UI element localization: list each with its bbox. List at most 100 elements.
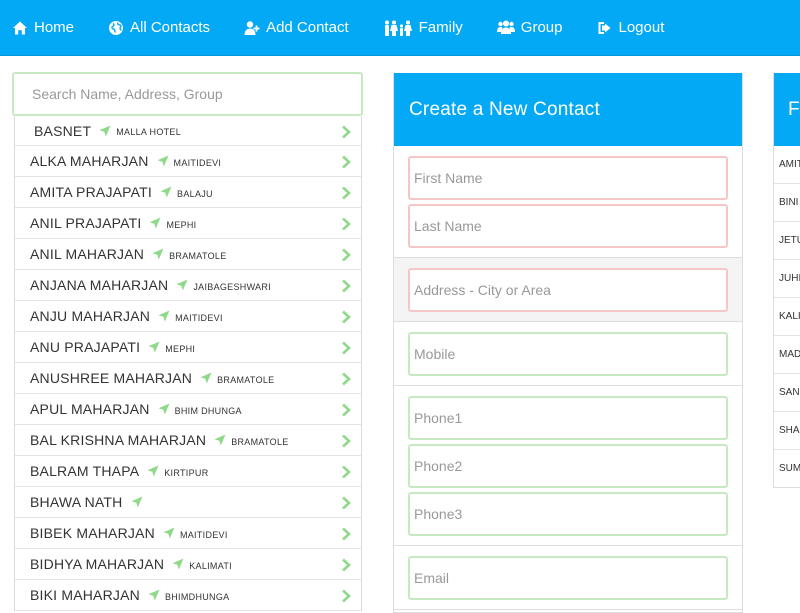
contact-area: BRAMATOLE bbox=[169, 250, 227, 261]
contact-name: BHAWA NATH bbox=[30, 494, 123, 510]
location-arrow-icon bbox=[158, 310, 170, 322]
contact-name: APUL MAHARJAN bbox=[30, 401, 150, 417]
nav-home-label: Home bbox=[34, 19, 75, 36]
contact-name: BALRAM THAPA bbox=[30, 463, 140, 479]
phone2-field[interactable] bbox=[408, 444, 728, 488]
contact-area: MALLA HOTEL bbox=[116, 127, 182, 137]
first-name-field[interactable] bbox=[408, 156, 728, 200]
name-section bbox=[394, 146, 742, 258]
contact-list-item[interactable]: BIKI MAHARJAN BHIMDHUNGA bbox=[15, 580, 361, 611]
nav-family[interactable]: Family bbox=[383, 19, 463, 36]
create-contact-panel: Create a New Contact bbox=[393, 73, 743, 613]
nav-logout[interactable]: Logout bbox=[597, 19, 665, 36]
contact-area: MAITIDEVI bbox=[173, 157, 222, 168]
mobile-section bbox=[394, 322, 742, 386]
family-panel-title: Fa bbox=[774, 73, 800, 146]
contact-name: ANIL MAHARJAN bbox=[30, 246, 145, 262]
family-list-item[interactable]: MAD bbox=[774, 336, 800, 374]
contact-list-item[interactable]: BASNET MALLA HOTEL bbox=[15, 116, 361, 146]
contact-area: BRAMATOLE bbox=[231, 436, 289, 447]
contact-list-item[interactable]: BHAWA NATH bbox=[15, 487, 361, 518]
nav-logout-label: Logout bbox=[618, 19, 665, 36]
family-list-item[interactable]: SHA bbox=[774, 412, 800, 450]
contact-list-item[interactable]: ANIL MAHARJAN BRAMATOLE bbox=[15, 239, 361, 270]
family-list-item[interactable]: SUM bbox=[774, 450, 800, 487]
globe-icon bbox=[108, 20, 124, 36]
contact-name: BASNET bbox=[34, 122, 92, 139]
phone-section bbox=[394, 386, 742, 546]
contact-area: BHIMDHUNGA bbox=[164, 591, 230, 602]
create-contact-title: Create a New Contact bbox=[394, 73, 742, 146]
contact-list-item[interactable]: APUL MAHARJAN BHIM DHUNGA bbox=[15, 394, 361, 425]
address-section bbox=[394, 258, 742, 322]
family-list-item[interactable]: JUHI bbox=[774, 260, 800, 298]
location-arrow-icon bbox=[200, 372, 212, 384]
contact-name: BIKI MAHARJAN bbox=[30, 587, 140, 603]
contact-list-item[interactable]: ALKA MAHARJAN MAITIDEVI bbox=[15, 146, 361, 177]
contact-name: ALKA MAHARJAN bbox=[30, 153, 149, 169]
contact-area: BRAMATOLE bbox=[217, 374, 275, 385]
location-arrow-icon bbox=[99, 125, 111, 137]
chevron-right-icon bbox=[341, 310, 351, 324]
chevron-right-icon bbox=[341, 279, 351, 293]
phone1-field[interactable] bbox=[408, 396, 728, 440]
contact-list-item[interactable]: ANJANA MAHARJAN JAIBAGESHWARI bbox=[15, 270, 361, 301]
contact-area: JAIBAGESHWARI bbox=[193, 281, 271, 292]
contact-list-item[interactable]: BIDHYA MAHARJAN KALIMATI bbox=[15, 549, 361, 580]
email-field[interactable] bbox=[408, 556, 728, 600]
chevron-right-icon bbox=[341, 186, 351, 200]
family-list-item[interactable]: KALI bbox=[774, 298, 800, 336]
location-arrow-icon bbox=[160, 186, 172, 198]
contact-list-item[interactable]: BIBEK MAHARJAN MAITIDEVI bbox=[15, 518, 361, 549]
contact-name: ANJANA MAHARJAN bbox=[30, 277, 169, 293]
contact-area: BALAJU bbox=[177, 188, 213, 199]
contact-name: ANUSHREE MAHARJAN bbox=[30, 370, 193, 386]
contact-list-item[interactable]: AMITA PRAJAPATI BALAJU bbox=[15, 177, 361, 208]
phone3-field[interactable] bbox=[408, 492, 728, 536]
nav-group[interactable]: Group bbox=[496, 19, 563, 36]
last-name-field[interactable] bbox=[408, 204, 728, 248]
family-list-item[interactable]: SAN bbox=[774, 374, 800, 412]
location-arrow-icon bbox=[158, 403, 170, 415]
location-arrow-icon bbox=[152, 248, 164, 260]
nav-add-contact[interactable]: Add Contact bbox=[244, 19, 349, 36]
contact-list-item[interactable]: ANU PRAJAPATI MEPHI bbox=[15, 332, 361, 363]
contact-list-item[interactable]: ANUSHREE MAHARJAN BRAMATOLE bbox=[15, 363, 361, 394]
location-arrow-icon bbox=[131, 496, 143, 508]
home-icon bbox=[12, 20, 28, 36]
address-field[interactable] bbox=[408, 268, 728, 312]
family-list: AMITBINIJETUJUHIKALIMADSANSHASUM bbox=[774, 146, 800, 487]
family-list-item[interactable]: BINI bbox=[774, 184, 800, 222]
location-arrow-icon bbox=[148, 589, 160, 601]
contact-list-item[interactable]: ANJU MAHARJAN MAITIDEVI bbox=[15, 301, 361, 332]
location-arrow-icon bbox=[163, 527, 175, 539]
contacts-sidebar: BASNETMALLA HOTELALKA MAHARJANMAITIDEVIA… bbox=[12, 72, 364, 612]
contact-name: AMITA PRAJAPATI bbox=[30, 184, 153, 200]
location-arrow-icon bbox=[172, 558, 184, 570]
chevron-right-icon bbox=[341, 248, 351, 262]
contact-name: BIBEK MAHARJAN bbox=[30, 525, 155, 541]
family-list-item[interactable]: AMIT bbox=[774, 146, 800, 184]
chevron-right-icon bbox=[341, 589, 351, 603]
nav-all-contacts-label: All Contacts bbox=[130, 19, 211, 36]
family-list-item[interactable]: JETU bbox=[774, 222, 800, 260]
location-arrow-icon bbox=[176, 279, 188, 291]
location-arrow-icon bbox=[148, 341, 160, 353]
chevron-right-icon bbox=[341, 527, 351, 541]
nav-all-contacts[interactable]: All Contacts bbox=[108, 19, 210, 36]
contact-area: KALIMATI bbox=[189, 560, 232, 571]
mobile-field[interactable] bbox=[408, 332, 728, 376]
contact-area: MEPHI bbox=[166, 219, 197, 230]
chevron-right-icon bbox=[341, 465, 351, 479]
search-input[interactable] bbox=[12, 72, 363, 116]
contact-list-item[interactable]: BAL KRISHNA MAHARJAN BRAMATOLE bbox=[15, 425, 361, 456]
group-icon bbox=[496, 20, 515, 36]
nav-home[interactable]: Home bbox=[12, 19, 74, 36]
contact-area: MEPHI bbox=[165, 343, 196, 354]
chevron-right-icon bbox=[341, 372, 351, 386]
contact-list-item[interactable]: ANIL PRAJAPATI MEPHI bbox=[15, 208, 361, 239]
contact-area: MAITIDEVI bbox=[175, 312, 223, 323]
chevron-right-icon bbox=[341, 434, 351, 448]
contact-list-item[interactable]: BALRAM THAPA KIRTIPUR bbox=[15, 456, 361, 487]
location-arrow-icon bbox=[214, 434, 226, 446]
